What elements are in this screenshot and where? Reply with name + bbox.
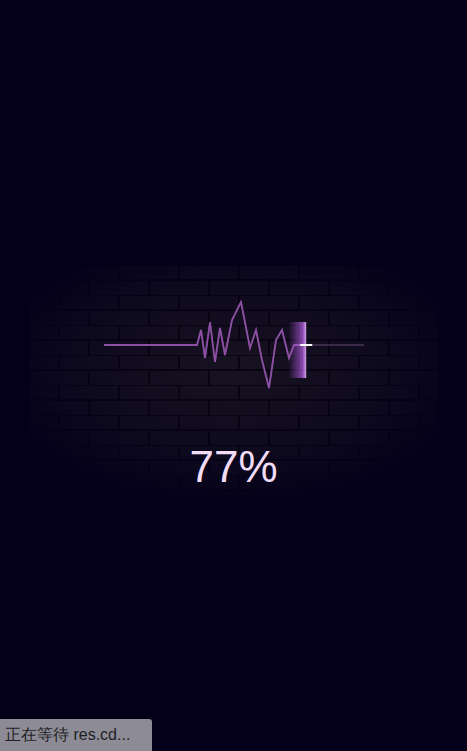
heartbeat-progress [104, 300, 364, 390]
brick-panel: 77% [29, 265, 439, 495]
progress-glow [288, 322, 306, 378]
loading-screen: 77% 正在等待 res.cd... [0, 0, 467, 751]
status-tooltip: 正在等待 res.cd... [0, 719, 152, 751]
heartbeat-track [104, 300, 364, 390]
progress-percent: 77% [189, 442, 277, 492]
